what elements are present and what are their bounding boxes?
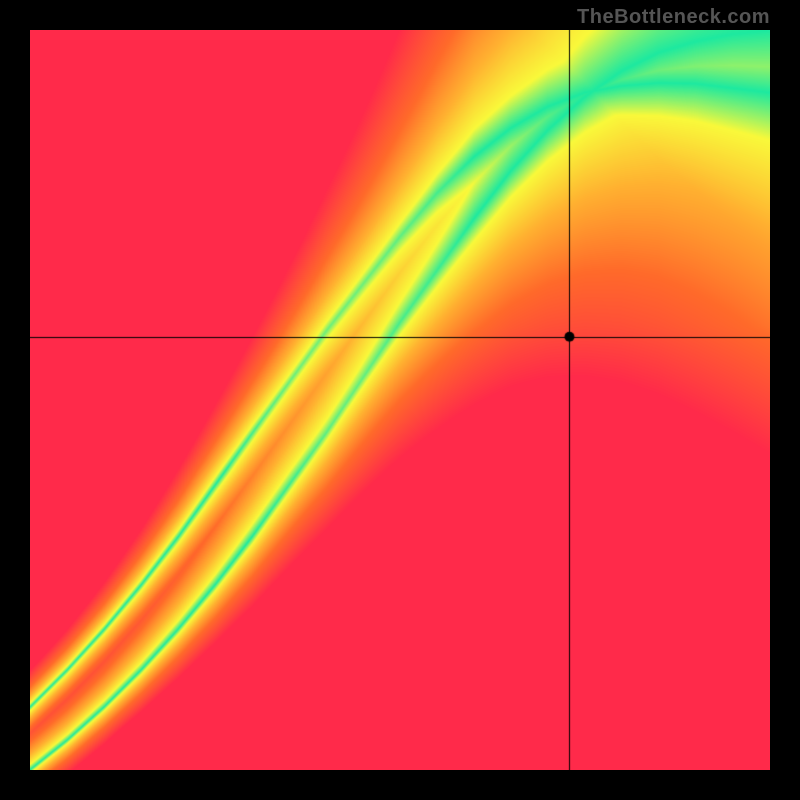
chart-frame: TheBottleneck.com: [0, 0, 800, 800]
heatmap-canvas: [30, 30, 770, 770]
watermark-text: TheBottleneck.com: [577, 6, 770, 29]
plot-area: [30, 30, 770, 770]
